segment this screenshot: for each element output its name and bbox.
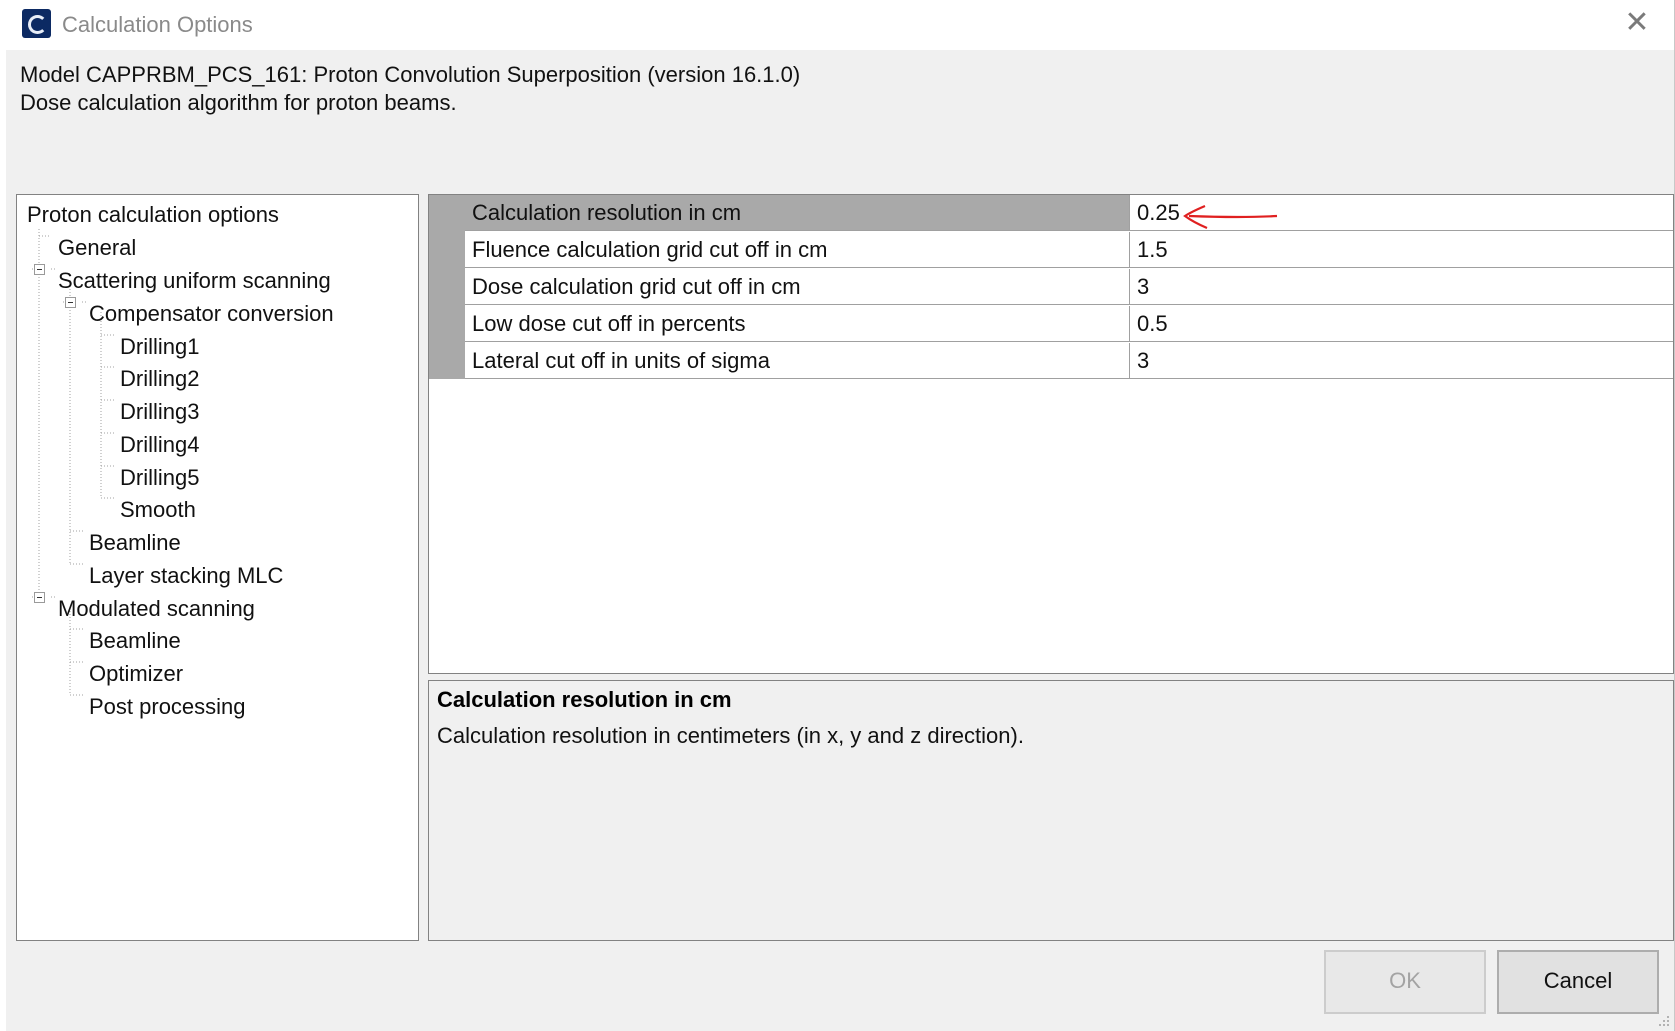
grid-row[interactable]: Fluence calculation grid cut off in cm 1… [465,232,1673,269]
close-icon[interactable]: ✕ [1620,6,1654,40]
tree-item-drilling3[interactable]: Drilling3 [120,397,199,427]
collapse-icon[interactable] [34,264,45,275]
model-info: Model CAPPRBM_PCS_161: Proton Convolutio… [6,50,1674,175]
property-grid: Calculation resolution in cm 0.25 Fluenc… [428,194,1674,674]
grid-row[interactable]: Low dose cut off in percents 0.5 [465,306,1673,343]
tree-item-beamline[interactable]: Beamline [89,528,181,558]
row-header-gutter [429,195,465,379]
resize-grip-icon[interactable] [1656,1013,1670,1027]
property-value-input[interactable]: 1.5 [1130,232,1673,268]
property-name: Fluence calculation grid cut off in cm [465,232,1130,268]
window-title: Calculation Options [62,12,253,37]
options-tree[interactable]: Proton calculation options General Scatt… [16,194,419,941]
ok-button[interactable]: OK [1324,950,1486,1014]
property-name: Dose calculation grid cut off in cm [465,269,1130,305]
tree-item-general[interactable]: General [58,233,136,263]
cancel-button[interactable]: Cancel [1497,950,1659,1014]
grid-row[interactable]: Lateral cut off in units of sigma 3 [465,343,1673,380]
title-bar: Calculation Options ✕ [6,0,1674,50]
tree-item-drilling2[interactable]: Drilling2 [120,364,199,394]
description-title: Calculation resolution in cm [437,687,732,712]
model-description-text: Dose calculation algorithm for proton be… [20,90,457,115]
tree-item-scattering-uniform-scanning[interactable]: Scattering uniform scanning [58,266,331,296]
grid-row[interactable]: Dose calculation grid cut off in cm 3 [465,269,1673,306]
tree-item-optimizer[interactable]: Optimizer [89,659,183,689]
red-arrow-icon [1183,204,1278,230]
property-name: Lateral cut off in units of sigma [465,343,1130,379]
app-logo-icon [22,9,51,38]
tree-item-post-processing[interactable]: Post processing [89,692,246,722]
tree-item-compensator-conversion[interactable]: Compensator conversion [89,299,334,329]
tree-item-beamline-modulated[interactable]: Beamline [89,626,181,656]
property-value-input[interactable]: 3 [1130,343,1673,379]
property-name: Calculation resolution in cm [465,195,1130,231]
tree-item-modulated-scanning[interactable]: Modulated scanning [58,594,255,624]
tree-item-smooth[interactable]: Smooth [120,495,196,525]
property-name: Low dose cut off in percents [465,306,1130,342]
property-value-input[interactable]: 0.5 [1130,306,1673,342]
model-name-text: Model CAPPRBM_PCS_161: Proton Convolutio… [20,62,801,87]
tree-item-drilling5[interactable]: Drilling5 [120,463,199,493]
property-description: Calculation resolution in cm Calculation… [428,680,1674,941]
grid-row[interactable]: Calculation resolution in cm 0.25 [465,195,1673,232]
collapse-icon[interactable] [34,592,45,603]
tree-root[interactable]: Proton calculation options [27,200,279,230]
property-value-input[interactable]: 3 [1130,269,1673,305]
tree-item-drilling4[interactable]: Drilling4 [120,430,199,460]
calculation-options-dialog: Calculation Options ✕ Model CAPPRBM_PCS_… [0,0,1675,1031]
tree-item-layer-stacking-mlc[interactable]: Layer stacking MLC [89,561,283,591]
description-text: Calculation resolution in centimeters (i… [437,723,1024,748]
tree-item-drilling1[interactable]: Drilling1 [120,332,199,362]
collapse-icon[interactable] [65,297,76,308]
